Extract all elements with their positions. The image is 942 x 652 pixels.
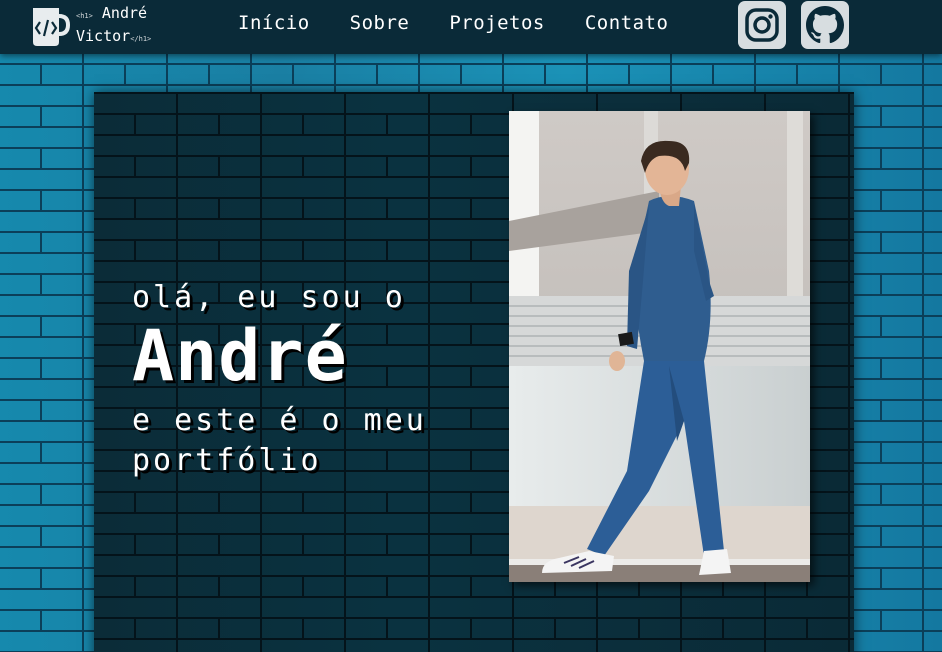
- brand-open-tag: <h1>: [76, 12, 93, 20]
- nav-item-inicio[interactable]: Início: [238, 12, 310, 34]
- profile-photo: [509, 111, 810, 582]
- main-nav: Início Sobre Projetos Contato: [238, 12, 668, 34]
- code-mug-icon: [33, 8, 70, 46]
- brand-name: <h1> André Victor</h1>: [76, 3, 151, 49]
- github-button[interactable]: [801, 1, 849, 49]
- brand-close-tag: </h1>: [130, 35, 152, 43]
- brand-line1: André: [101, 4, 148, 22]
- site-logo[interactable]: <h1> André Victor</h1>: [30, 3, 151, 49]
- site-header: <h1> André Victor</h1> Início Sobre Proj…: [0, 0, 942, 54]
- github-icon: [806, 6, 844, 44]
- hero-name: André: [132, 315, 348, 397]
- hero-subtitle: e este é o meu portfólio: [132, 403, 427, 478]
- nav-item-projetos[interactable]: Projetos: [449, 12, 545, 34]
- profile-photo-illustration: [509, 111, 810, 582]
- instagram-icon: [745, 8, 779, 42]
- brand-line2: Victor: [76, 27, 131, 45]
- nav-item-sobre[interactable]: Sobre: [350, 12, 410, 34]
- nav-item-contato[interactable]: Contato: [585, 12, 669, 34]
- hero-text: olá, eu sou o André e este é o meu portf…: [132, 280, 452, 481]
- instagram-button[interactable]: [738, 1, 786, 49]
- hero-greeting: olá, eu sou o: [132, 280, 406, 315]
- social-links: [738, 1, 849, 49]
